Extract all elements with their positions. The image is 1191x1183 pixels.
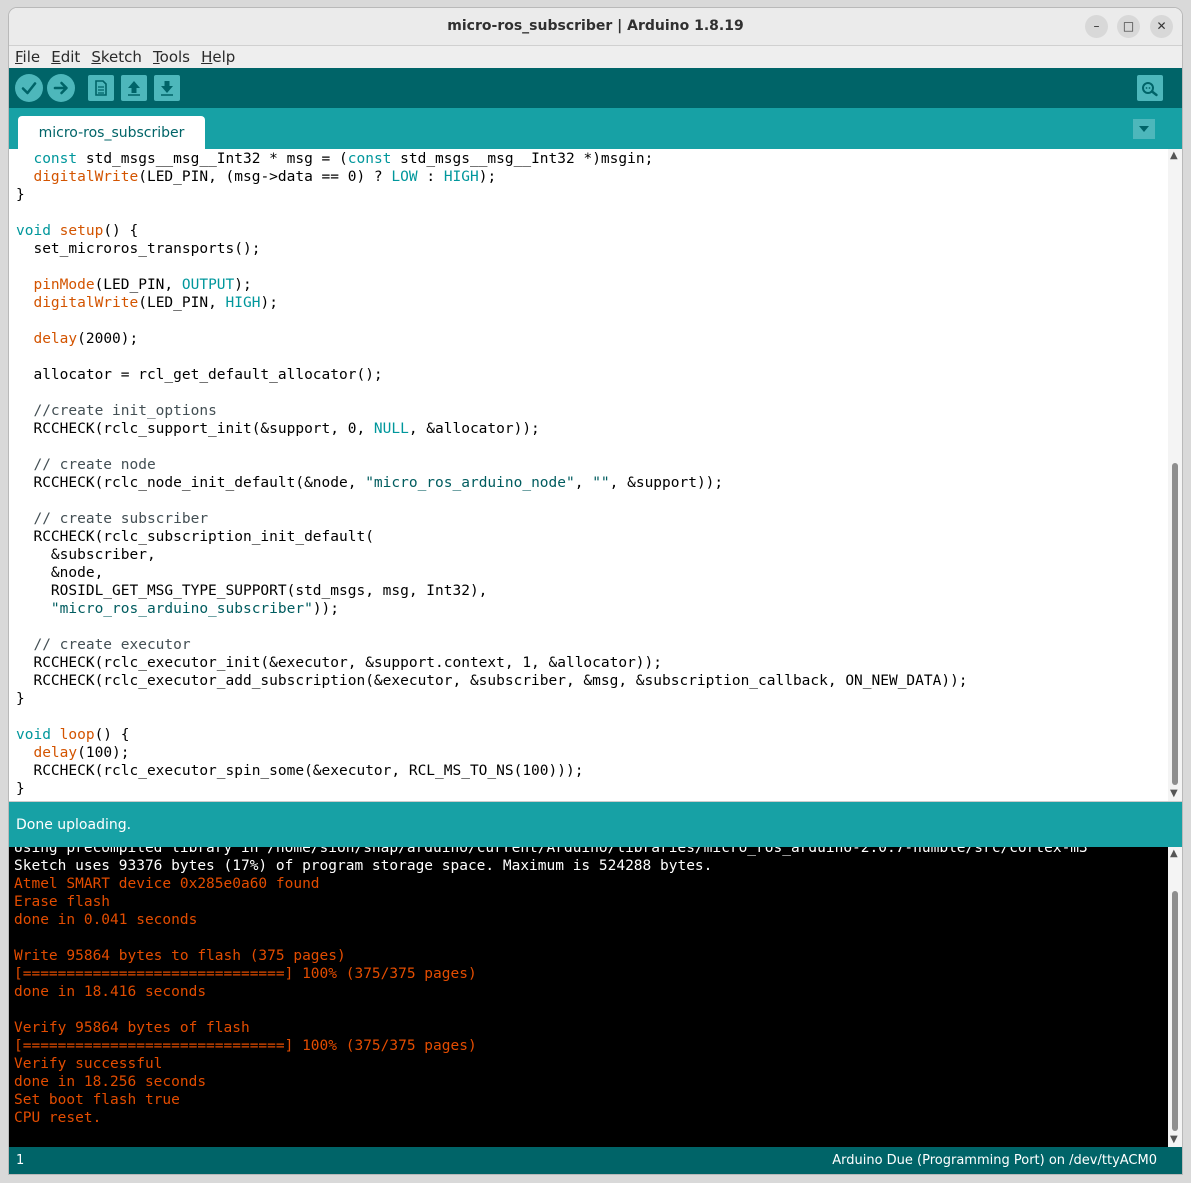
console-line: Verify 95864 bytes of flash: [14, 1020, 250, 1036]
console-line: [==============================] 100% (3…: [14, 966, 477, 982]
code-line: RCCHECK(rclc_executor_spin_some(&executo…: [16, 763, 584, 779]
menu-edit[interactable]: Edit: [51, 46, 80, 68]
code-line: // create subscriber: [33, 511, 209, 527]
minimize-button[interactable]: –: [1085, 15, 1108, 38]
menu-tools[interactable]: Tools: [153, 46, 190, 68]
title-bar: micro-ros_subscriber | Arduino 1.8.19 – …: [9, 8, 1182, 46]
code-line: }: [16, 781, 25, 797]
code-line: RCCHECK(rclc_executor_add_subscription(&…: [16, 673, 968, 689]
tab-menu-button[interactable]: [1133, 119, 1155, 139]
code-line: void setup() {: [16, 223, 139, 239]
code-line: &subscriber,: [16, 547, 156, 563]
console-scrollbar[interactable]: ▲ ▼: [1168, 847, 1182, 1147]
code-line: //create init_options: [33, 403, 217, 419]
menu-bar: File Edit Sketch Tools Help: [9, 46, 1182, 68]
console-line: Sketch uses 93376 bytes (17%) of program…: [14, 858, 713, 874]
console-scroll-thumb[interactable]: [1172, 891, 1178, 1131]
code-line: void loop() {: [16, 727, 130, 743]
menu-file[interactable]: File: [15, 46, 40, 68]
code-line: allocator = rcl_get_default_allocator();: [16, 367, 383, 383]
code-line: pinMode(LED_PIN, OUTPUT);: [33, 277, 252, 293]
open-icon: [128, 81, 140, 96]
scroll-down-icon[interactable]: ▼: [1170, 788, 1178, 799]
tab-bar: micro-ros_subscriber: [9, 108, 1182, 149]
console-line: done in 18.416 seconds: [14, 984, 207, 1000]
console-line: [==============================] 100% (3…: [14, 1038, 477, 1054]
serial-monitor-button[interactable]: [1137, 75, 1163, 101]
new-icon: [95, 80, 107, 96]
console-line: CPU reset.: [14, 1110, 102, 1126]
code-line: RCCHECK(rclc_subscription_init_default(: [16, 529, 374, 545]
code-line: delay(100);: [33, 745, 130, 761]
code-line: delay(2000);: [33, 331, 139, 347]
code-line: "micro_ros_arduino_subscriber"));: [50, 601, 340, 617]
code-line: &node,: [16, 565, 104, 581]
code-line: ROSIDL_GET_MSG_TYPE_SUPPORT(std_msgs, ms…: [16, 583, 488, 599]
scroll-up-icon[interactable]: ▲: [1170, 150, 1178, 161]
code-line: }: [16, 691, 25, 707]
upload-icon: [53, 81, 68, 95]
console-line: Using precompiled library in /home/sion/…: [14, 847, 1088, 856]
console-line: Set boot flash true: [14, 1092, 180, 1108]
save-button[interactable]: [154, 75, 180, 101]
editor-scrollbar[interactable]: ▲ ▼: [1168, 149, 1182, 801]
console-line: Write 95864 bytes to flash (375 pages): [14, 948, 346, 964]
console-line: done in 0.041 seconds: [14, 912, 198, 928]
status-bar: Done uploading.: [9, 801, 1182, 848]
maximize-button[interactable]: □: [1117, 15, 1140, 38]
serial-monitor-icon: [1142, 82, 1158, 97]
code-line: digitalWrite(LED_PIN, HIGH);: [33, 295, 278, 311]
open-button[interactable]: [121, 75, 147, 101]
console-scroll-down-icon[interactable]: ▼: [1170, 1134, 1178, 1145]
verify-button[interactable]: [15, 74, 43, 102]
code-line: // create executor: [33, 637, 191, 653]
bottom-status-bar: 1 Arduino Due (Programming Port) on /dev…: [9, 1147, 1182, 1174]
console-line: Atmel SMART device 0x285e0a60 found: [14, 876, 320, 892]
tab-micro-ros-subscriber[interactable]: micro-ros_subscriber: [18, 116, 205, 149]
output-console[interactable]: Using precompiled library in /home/sion/…: [9, 847, 1182, 1147]
code-line: RCCHECK(rclc_support_init(&support, 0, N…: [16, 421, 540, 437]
code-line: // create node: [33, 457, 156, 473]
console-scroll-up-icon[interactable]: ▲: [1170, 848, 1178, 859]
console-line: Erase flash: [14, 894, 111, 910]
code-text[interactable]: const std_msgs__msg__Int32 * msg = (cons…: [16, 150, 968, 798]
editor-scroll-thumb[interactable]: [1172, 463, 1178, 785]
code-line: }: [16, 187, 25, 203]
console-line: done in 18.256 seconds: [14, 1074, 207, 1090]
code-editor[interactable]: const std_msgs__msg__Int32 * msg = (cons…: [9, 149, 1182, 801]
upload-button[interactable]: [47, 74, 75, 102]
code-line: set_microros_transports();: [16, 241, 261, 257]
code-line: RCCHECK(rclc_executor_init(&executor, &s…: [16, 655, 663, 671]
code-line: const std_msgs__msg__Int32 * msg = (cons…: [33, 151, 654, 167]
menu-sketch[interactable]: Sketch: [91, 46, 142, 68]
code-line: digitalWrite(LED_PIN, (msg->data == 0) ?…: [33, 169, 497, 185]
chevron-down-icon: [1139, 126, 1149, 132]
code-line: RCCHECK(rclc_node_init_default(&node, "m…: [16, 475, 724, 491]
line-number: 1: [16, 1153, 25, 1168]
arduino-window: micro-ros_subscriber | Arduino 1.8.19 – …: [9, 8, 1182, 1174]
toolbar: [9, 68, 1182, 108]
console-line: Verify successful: [14, 1056, 163, 1072]
close-button[interactable]: ✕: [1150, 15, 1173, 38]
status-message: Done uploading.: [16, 817, 132, 833]
verify-icon: [21, 82, 37, 95]
window-title: micro-ros_subscriber | Arduino 1.8.19: [447, 18, 744, 34]
console-text: Using precompiled library in /home/sion/…: [14, 847, 1088, 1127]
save-icon: [161, 81, 173, 96]
menu-help[interactable]: Help: [201, 46, 235, 68]
new-button[interactable]: [88, 75, 114, 101]
board-port-label: Arduino Due (Programming Port) on /dev/t…: [832, 1153, 1157, 1168]
